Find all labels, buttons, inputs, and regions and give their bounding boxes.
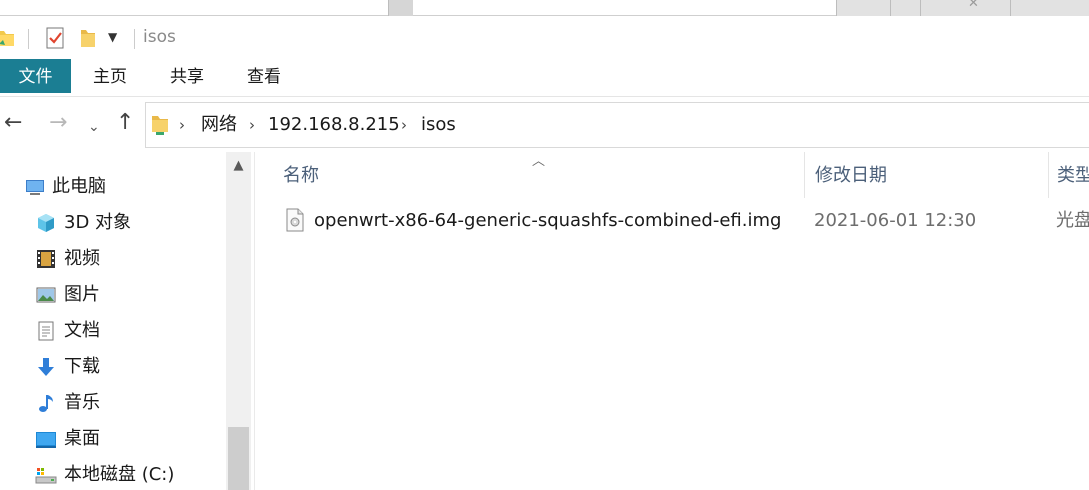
breadcrumb-host[interactable]: 192.168.8.215 — [268, 113, 400, 137]
breadcrumb-chevron-icon[interactable]: › — [249, 113, 255, 137]
download-arrow-icon — [35, 356, 57, 378]
window-title: isos — [143, 27, 176, 47]
sidebar-item-videos[interactable]: 视频 — [0, 242, 226, 276]
pane-divider[interactable] — [254, 152, 255, 490]
sidebar-item-label: 音乐 — [64, 392, 100, 413]
forward-arrow-icon[interactable]: → — [49, 110, 67, 136]
column-header-type[interactable]: 类型 — [1048, 152, 1089, 198]
breadcrumb-chevron-icon[interactable]: › — [401, 113, 407, 137]
document-icon — [35, 320, 57, 342]
file-type: 光盘 — [1056, 210, 1089, 231]
sidebar-item-this-pc[interactable]: 此电脑 — [0, 170, 226, 204]
sidebar-item-label: 此电脑 — [52, 176, 106, 197]
sidebar-item-label: 下载 — [64, 356, 100, 377]
folder-app-icon[interactable] — [0, 27, 16, 53]
sidebar-item-label: 3D 对象 — [64, 212, 132, 233]
sidebar-item-downloads[interactable]: 下载 — [0, 350, 226, 384]
drive-icon — [35, 464, 57, 486]
breadcrumb-isos[interactable]: isos — [421, 113, 456, 137]
scroll-up-arrow-icon[interactable]: ▲ — [226, 158, 251, 173]
picture-icon — [35, 284, 57, 306]
navigation-pane-scrollbar[interactable]: ▲ — [226, 152, 251, 490]
sidebar-item-label: 文档 — [64, 320, 100, 341]
background-window-controls — [836, 0, 1089, 16]
sidebar-item-label: 视频 — [64, 248, 100, 269]
divider — [890, 0, 891, 16]
disc-image-file-icon — [286, 208, 304, 236]
network-folder-icon — [149, 113, 171, 141]
divider — [1010, 0, 1011, 16]
close-icon[interactable]: ✕ — [968, 0, 979, 11]
sidebar-item-music[interactable]: 音乐 — [0, 386, 226, 420]
navigation-bar: ← → ⌄ ↑ › 网络 › 192.168.8.215 › isos — [0, 98, 1089, 152]
sidebar-item-local-disk-c[interactable]: 本地磁盘 (C:) — [0, 458, 226, 490]
cube-icon — [35, 212, 57, 234]
up-arrow-icon[interactable]: ↑ — [116, 110, 134, 136]
column-header-date-modified[interactable]: 修改日期 — [804, 152, 1048, 198]
quick-access-dropdown-icon[interactable]: ▼ — [108, 30, 117, 44]
film-icon — [35, 248, 57, 270]
sidebar-item-label: 图片 — [64, 284, 100, 305]
address-bar[interactable]: › 网络 › 192.168.8.215 › isos — [145, 102, 1089, 148]
breadcrumb-network[interactable]: 网络 — [201, 113, 237, 137]
file-date-modified: 2021-06-01 12:30 — [814, 210, 977, 231]
desktop-icon — [35, 428, 57, 450]
scrollbar-thumb[interactable] — [228, 427, 249, 490]
breadcrumb-chevron-icon[interactable]: › — [179, 113, 185, 137]
sidebar-item-desktop[interactable]: 桌面 — [0, 422, 226, 456]
title-bar: ▼ isos — [0, 17, 1089, 59]
recent-locations-chevron-icon[interactable]: ⌄ — [88, 114, 100, 140]
background-window-strip: ✕ — [0, 0, 1089, 16]
divider — [920, 0, 921, 16]
computer-icon — [24, 176, 46, 198]
title-separator — [134, 29, 135, 49]
sidebar-item-label: 本地磁盘 (C:) — [64, 464, 175, 485]
background-window-segment — [388, 0, 413, 16]
file-row[interactable]: openwrt-x86-64-generic-squashfs-combined… — [272, 204, 1089, 238]
back-arrow-icon[interactable]: ← — [4, 110, 22, 136]
column-header-name[interactable]: 名称 — [272, 152, 804, 198]
properties-icon[interactable] — [44, 26, 66, 54]
sidebar-item-documents[interactable]: 文档 — [0, 314, 226, 348]
tab-home[interactable]: 主页 — [75, 59, 145, 93]
sidebar-item-label: 桌面 — [64, 428, 100, 449]
file-name[interactable]: openwrt-x86-64-generic-squashfs-combined… — [314, 208, 781, 234]
tab-share[interactable]: 共享 — [152, 59, 222, 93]
sidebar-item-3d-objects[interactable]: 3D 对象 — [0, 206, 226, 240]
tab-file[interactable]: 文件 — [0, 59, 71, 93]
quick-access-separator — [28, 29, 29, 49]
tab-view[interactable]: 查看 — [229, 59, 299, 93]
new-folder-icon[interactable] — [78, 27, 98, 53]
sidebar-item-pictures[interactable]: 图片 — [0, 278, 226, 312]
ribbon-tabs: 文件 主页 共享 查看 — [0, 59, 1089, 97]
navigation-pane: 此电脑 3D 对象 视频 图片 文档 下载 音乐 桌面 本地磁盘 (C:) — [0, 152, 226, 490]
music-note-icon — [35, 392, 57, 414]
